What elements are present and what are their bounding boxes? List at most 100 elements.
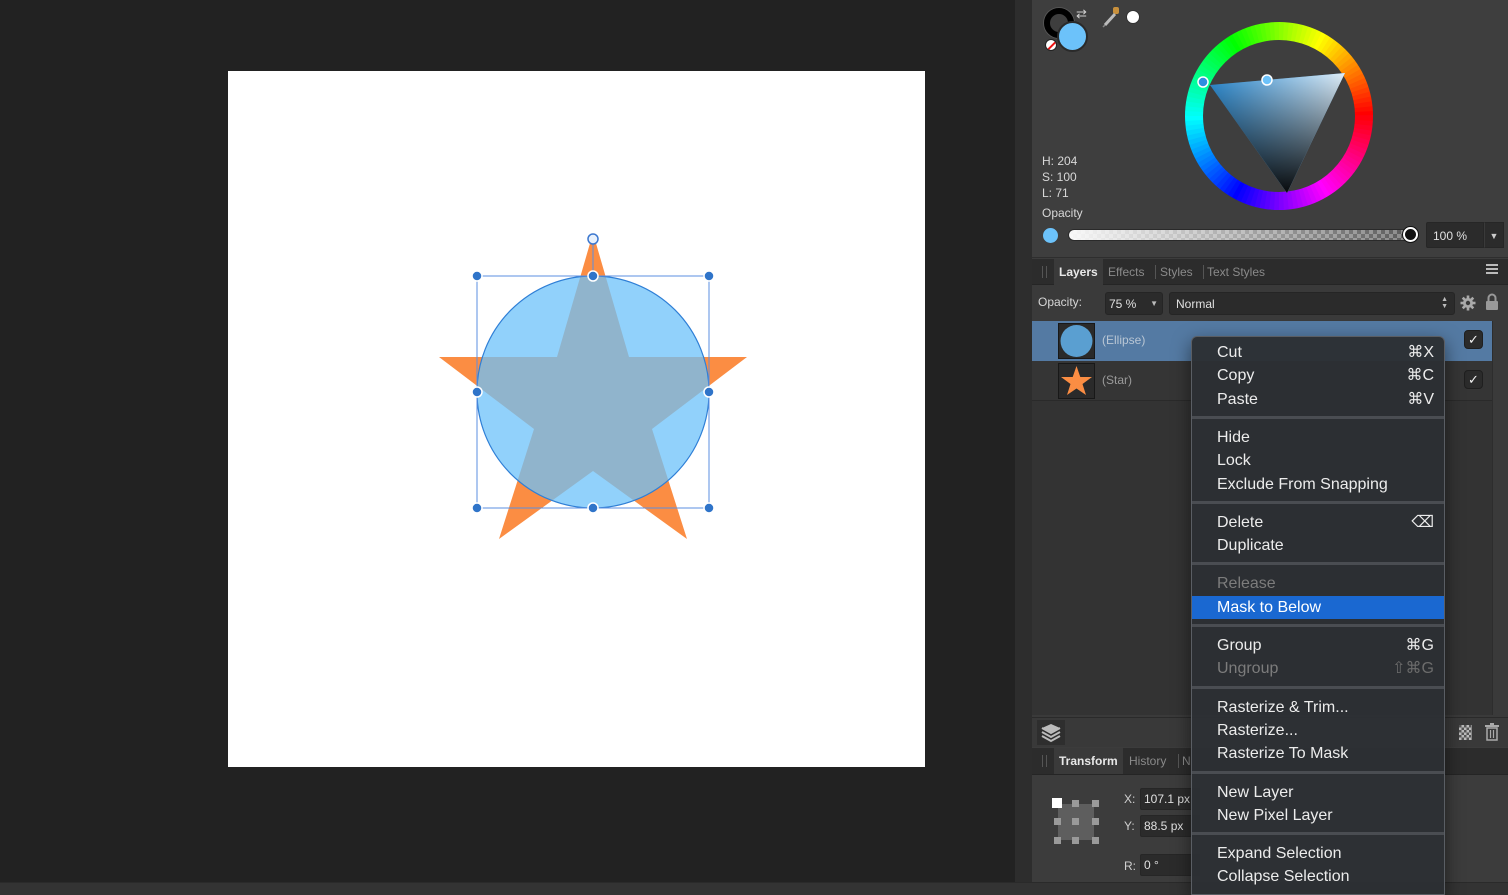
menu-item-exclude-from-snapping[interactable]: Exclude From Snapping <box>1192 473 1444 496</box>
menu-item-rasterize-trim[interactable]: Rasterize & Trim... <box>1192 696 1444 719</box>
anchor-point-selector[interactable] <box>1052 798 1100 844</box>
menu-separator <box>1192 562 1444 566</box>
menu-item-label: Rasterize... <box>1217 721 1298 739</box>
context-menu: Cut ⌘X Copy ⌘C Paste ⌘V Hide Lock Exclude From S… <box>1191 336 1445 895</box>
menu-item-delete[interactable]: Delete ⌫ <box>1192 511 1444 534</box>
tab-effects[interactable]: Effects <box>1104 259 1148 285</box>
menu-item-cut[interactable]: Cut ⌘X <box>1192 341 1444 364</box>
opacity-slider-thumb[interactable] <box>1403 227 1418 242</box>
chevron-down-icon: ▼ <box>1150 299 1158 308</box>
menu-item-rasterize-to-mask[interactable]: Rasterize To Mask <box>1192 742 1444 765</box>
menu-item-label: Lock <box>1217 452 1251 470</box>
resize-handle-top-left[interactable] <box>471 270 483 282</box>
layer-name: (Star) <box>1102 373 1132 387</box>
menu-item-label: Rasterize & Trim... <box>1217 698 1349 716</box>
up-down-arrows-icon: ▲ ▼ <box>1441 296 1448 310</box>
layer-opacity-value: 75 % <box>1109 297 1137 311</box>
no-color-icon[interactable] <box>1045 39 1057 51</box>
menu-item-label: Ungroup <box>1217 660 1279 678</box>
menu-item-collapse-selection[interactable]: Collapse Selection <box>1192 865 1444 888</box>
menu-item-new-layer[interactable]: New Layer <box>1192 781 1444 804</box>
blend-mode-value: Normal <box>1176 297 1215 311</box>
tab-text-styles[interactable]: Text Styles <box>1203 259 1269 285</box>
menu-item-copy[interactable]: Copy ⌘C <box>1192 364 1444 387</box>
menu-item-label: Paste <box>1217 390 1258 408</box>
anchor-point-bottom-right[interactable] <box>1092 837 1099 844</box>
resize-handle-top-right[interactable] <box>703 270 715 282</box>
menu-item-shortcut: ⇧⌘G <box>1392 660 1434 678</box>
resize-handle-bottom[interactable] <box>587 502 599 514</box>
tab-history[interactable]: History <box>1125 748 1170 774</box>
menu-separator <box>1192 770 1444 774</box>
tab-layers[interactable]: Layers <box>1054 259 1103 285</box>
gear-icon[interactable] <box>1460 295 1476 311</box>
anchor-point-left[interactable] <box>1054 818 1061 825</box>
resize-handle-bottom-right[interactable] <box>703 502 715 514</box>
anchor-point-right[interactable] <box>1092 818 1099 825</box>
menu-item-mask-to-below[interactable]: Mask to Below <box>1192 595 1444 619</box>
fill-swatch[interactable] <box>1057 21 1088 52</box>
menu-item-ungroup[interactable]: Ungroup ⇧⌘G <box>1192 657 1444 680</box>
panel-grip-icon[interactable] <box>1042 755 1047 767</box>
layer-thumbnail <box>1058 323 1095 359</box>
menu-item-rasterize[interactable]: Rasterize... <box>1192 719 1444 742</box>
anchor-point-top[interactable] <box>1072 800 1079 807</box>
resize-handle-bottom-left[interactable] <box>471 502 483 514</box>
rotation-handle[interactable] <box>587 233 599 245</box>
menu-item-paste[interactable]: Paste ⌘V <box>1192 388 1444 411</box>
colour-panel: ⇄ H: 204 S: 100 L: 71 Opacity 100 % ▼ <box>1032 0 1508 258</box>
opacity-slider[interactable] <box>1068 229 1412 241</box>
resize-handle-right[interactable] <box>703 386 715 398</box>
anchor-point-top-right[interactable] <box>1092 800 1099 807</box>
layer-name: (Ellipse) <box>1102 333 1146 347</box>
menu-item-hide[interactable]: Hide <box>1192 426 1444 449</box>
menu-item-group[interactable]: Group ⌘G <box>1192 634 1444 657</box>
menu-item-shortcut: ⌘V <box>1407 390 1434 408</box>
panel-menu-icon[interactable] <box>1486 264 1502 278</box>
lock-icon[interactable] <box>1485 293 1499 311</box>
document-page[interactable] <box>228 71 925 767</box>
anchor-point-bottom-left[interactable] <box>1054 837 1061 844</box>
color-marker[interactable] <box>1261 74 1273 86</box>
opacity-dropdown-button[interactable]: ▼ <box>1484 222 1504 248</box>
menu-item-label: Cut <box>1217 344 1242 361</box>
menu-separator <box>1192 832 1444 836</box>
layers-stack-icon[interactable] <box>1037 720 1065 745</box>
ellipse-shape[interactable] <box>476 275 710 509</box>
color-wheel[interactable] <box>1184 21 1374 211</box>
opacity-label: Opacity <box>1042 206 1083 220</box>
menu-separator <box>1192 415 1444 419</box>
blend-mode-select[interactable]: Normal ▲ ▼ <box>1169 292 1455 315</box>
trash-icon[interactable] <box>1485 723 1499 741</box>
anchor-point-center[interactable] <box>1072 818 1079 825</box>
menu-item-label: Exclude From Snapping <box>1217 475 1388 493</box>
menu-item-lock[interactable]: Lock <box>1192 449 1444 472</box>
menu-item-label: Delete <box>1217 513 1264 531</box>
mask-layer-icon[interactable] <box>1459 725 1472 740</box>
hue-readout: H: 204 <box>1042 154 1078 168</box>
resize-handle-top[interactable] <box>587 270 599 282</box>
anchor-point-top-left[interactable] <box>1052 798 1062 808</box>
panel-grip-icon[interactable] <box>1042 266 1047 278</box>
canvas-workspace[interactable] <box>0 0 1015 882</box>
tab-transform[interactable]: Transform <box>1054 748 1123 774</box>
opacity-value-field[interactable]: 100 % <box>1426 222 1484 248</box>
resize-handle-left[interactable] <box>471 386 483 398</box>
tab-styles[interactable]: Styles <box>1156 259 1197 285</box>
color-picker-icon[interactable] <box>1102 6 1122 28</box>
menu-item-label: Hide <box>1217 428 1250 446</box>
layer-visibility-checkbox[interactable]: ✓ <box>1464 330 1483 349</box>
menu-item-shortcut: ⌫ <box>1411 513 1434 531</box>
menu-item-release[interactable]: Release <box>1192 572 1444 595</box>
anchor-point-bottom[interactable] <box>1072 837 1079 844</box>
menu-item-duplicate[interactable]: Duplicate <box>1192 534 1444 557</box>
picked-color-swatch[interactable] <box>1126 10 1140 24</box>
hue-marker[interactable] <box>1197 76 1209 88</box>
menu-item-expand-selection[interactable]: Expand Selection <box>1192 842 1444 865</box>
layer-opacity-dropdown[interactable]: 75 % ▼ <box>1105 292 1163 315</box>
swap-colors-icon[interactable]: ⇄ <box>1076 6 1092 22</box>
menu-item-new-pixel-layer[interactable]: New Pixel Layer <box>1192 804 1444 827</box>
layer-visibility-checkbox[interactable]: ✓ <box>1464 370 1483 389</box>
layers-scrollbar[interactable] <box>1492 321 1508 715</box>
document-artwork[interactable] <box>228 71 925 767</box>
